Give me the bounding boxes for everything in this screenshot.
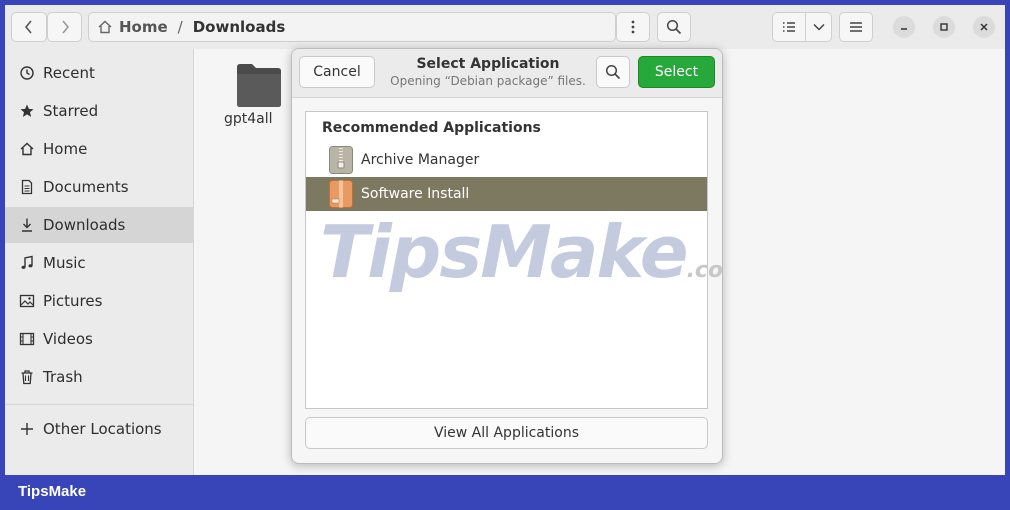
sidebar: Recent Starred Home Documents Downloads … bbox=[5, 49, 194, 475]
sidebar-item-label: Music bbox=[43, 254, 86, 272]
tipsmake-watermark: TipsMake.com bbox=[320, 210, 723, 294]
list-view-icon bbox=[783, 22, 795, 32]
chevron-right-icon bbox=[61, 20, 69, 34]
sidebar-separator bbox=[5, 404, 193, 405]
select-button[interactable]: Select bbox=[638, 56, 715, 88]
search-icon bbox=[666, 19, 682, 35]
star-icon bbox=[18, 102, 36, 120]
picture-icon bbox=[18, 292, 36, 310]
vertical-dots-icon bbox=[631, 20, 635, 34]
sidebar-item-documents[interactable]: Documents bbox=[5, 169, 193, 205]
app-name: Software Install bbox=[361, 186, 470, 202]
trash-icon bbox=[18, 368, 36, 386]
search-icon bbox=[605, 64, 621, 80]
sidebar-item-label: Videos bbox=[43, 330, 93, 348]
sidebar-item-label: Other Locations bbox=[43, 420, 162, 438]
home-icon bbox=[98, 20, 112, 34]
close-icon bbox=[980, 23, 988, 31]
sidebar-item-label: Documents bbox=[43, 178, 129, 196]
folder-icon bbox=[237, 64, 281, 107]
maximize-button[interactable] bbox=[933, 16, 955, 38]
application-list: Recommended Applications Archive Manager… bbox=[305, 111, 722, 409]
sidebar-item-label: Starred bbox=[43, 102, 99, 120]
forward-button[interactable] bbox=[47, 12, 82, 42]
breadcrumb-current[interactable]: Downloads bbox=[193, 18, 286, 36]
maximize-icon bbox=[940, 23, 948, 31]
dialog-subtitle: Opening “Debian package” files. bbox=[390, 74, 586, 88]
main-menu-button[interactable] bbox=[839, 12, 873, 42]
sidebar-item-label: Recent bbox=[43, 64, 95, 82]
sidebar-item-recent[interactable]: Recent bbox=[5, 55, 193, 91]
clock-icon bbox=[18, 64, 36, 82]
view-all-applications-button[interactable]: View All Applications bbox=[305, 417, 708, 449]
sidebar-item-home[interactable]: Home bbox=[5, 131, 193, 167]
download-icon bbox=[18, 216, 36, 234]
sidebar-item-label: Downloads bbox=[43, 216, 126, 234]
archive-icon bbox=[329, 146, 353, 174]
file-name: gpt4all bbox=[224, 111, 273, 127]
app-row-archive-manager[interactable]: Archive Manager bbox=[306, 143, 707, 177]
brand-label: TipsMake bbox=[18, 483, 87, 500]
sidebar-item-label: Pictures bbox=[43, 292, 103, 310]
chevron-left-icon bbox=[24, 20, 32, 34]
sidebar-item-label: Trash bbox=[43, 368, 83, 386]
search-button[interactable] bbox=[657, 12, 691, 42]
document-icon bbox=[18, 178, 36, 196]
back-button[interactable] bbox=[11, 12, 47, 42]
music-icon bbox=[18, 254, 36, 272]
cancel-button[interactable]: Cancel bbox=[299, 56, 375, 88]
dialog-search-button[interactable] bbox=[596, 56, 630, 88]
minimize-icon bbox=[901, 28, 907, 30]
watermark-text: TipsMake bbox=[320, 210, 689, 294]
header-bar: Home / Downloads bbox=[5, 5, 1005, 49]
home-icon bbox=[18, 140, 36, 158]
recommended-heading: Recommended Applications bbox=[322, 120, 541, 136]
list-view-button[interactable] bbox=[772, 12, 806, 42]
watermark-suffix: .com bbox=[686, 258, 723, 283]
breadcrumb-home[interactable]: Home bbox=[119, 18, 168, 36]
select-application-dialog: Cancel Select Application Opening “Debia… bbox=[291, 48, 723, 464]
sidebar-item-downloads[interactable]: Downloads bbox=[5, 207, 193, 243]
sidebar-item-label: Home bbox=[43, 140, 88, 158]
minimize-button[interactable] bbox=[893, 16, 915, 38]
path-bar[interactable]: Home / Downloads bbox=[88, 12, 616, 42]
sidebar-item-videos[interactable]: Videos bbox=[5, 321, 193, 357]
close-button[interactable] bbox=[973, 16, 995, 38]
path-menu-button[interactable] bbox=[616, 12, 650, 42]
video-icon bbox=[18, 330, 36, 348]
sidebar-item-starred[interactable]: Starred bbox=[5, 93, 193, 129]
app-name: Archive Manager bbox=[361, 152, 480, 168]
sidebar-item-trash[interactable]: Trash bbox=[5, 359, 193, 395]
sidebar-item-other-locations[interactable]: Other Locations bbox=[5, 411, 193, 447]
view-options-button[interactable] bbox=[805, 12, 832, 42]
breadcrumb-separator: / bbox=[177, 18, 183, 36]
sidebar-item-music[interactable]: Music bbox=[5, 245, 193, 281]
chevron-down-icon bbox=[812, 23, 825, 31]
plus-icon bbox=[18, 420, 36, 438]
app-row-software-install[interactable]: Software Install bbox=[306, 177, 707, 211]
dialog-title: Select Application bbox=[416, 56, 560, 72]
package-install-icon bbox=[329, 180, 353, 208]
sidebar-item-pictures[interactable]: Pictures bbox=[5, 283, 193, 319]
hamburger-menu-icon bbox=[850, 22, 862, 32]
dialog-header: Cancel Select Application Opening “Debia… bbox=[292, 49, 722, 98]
